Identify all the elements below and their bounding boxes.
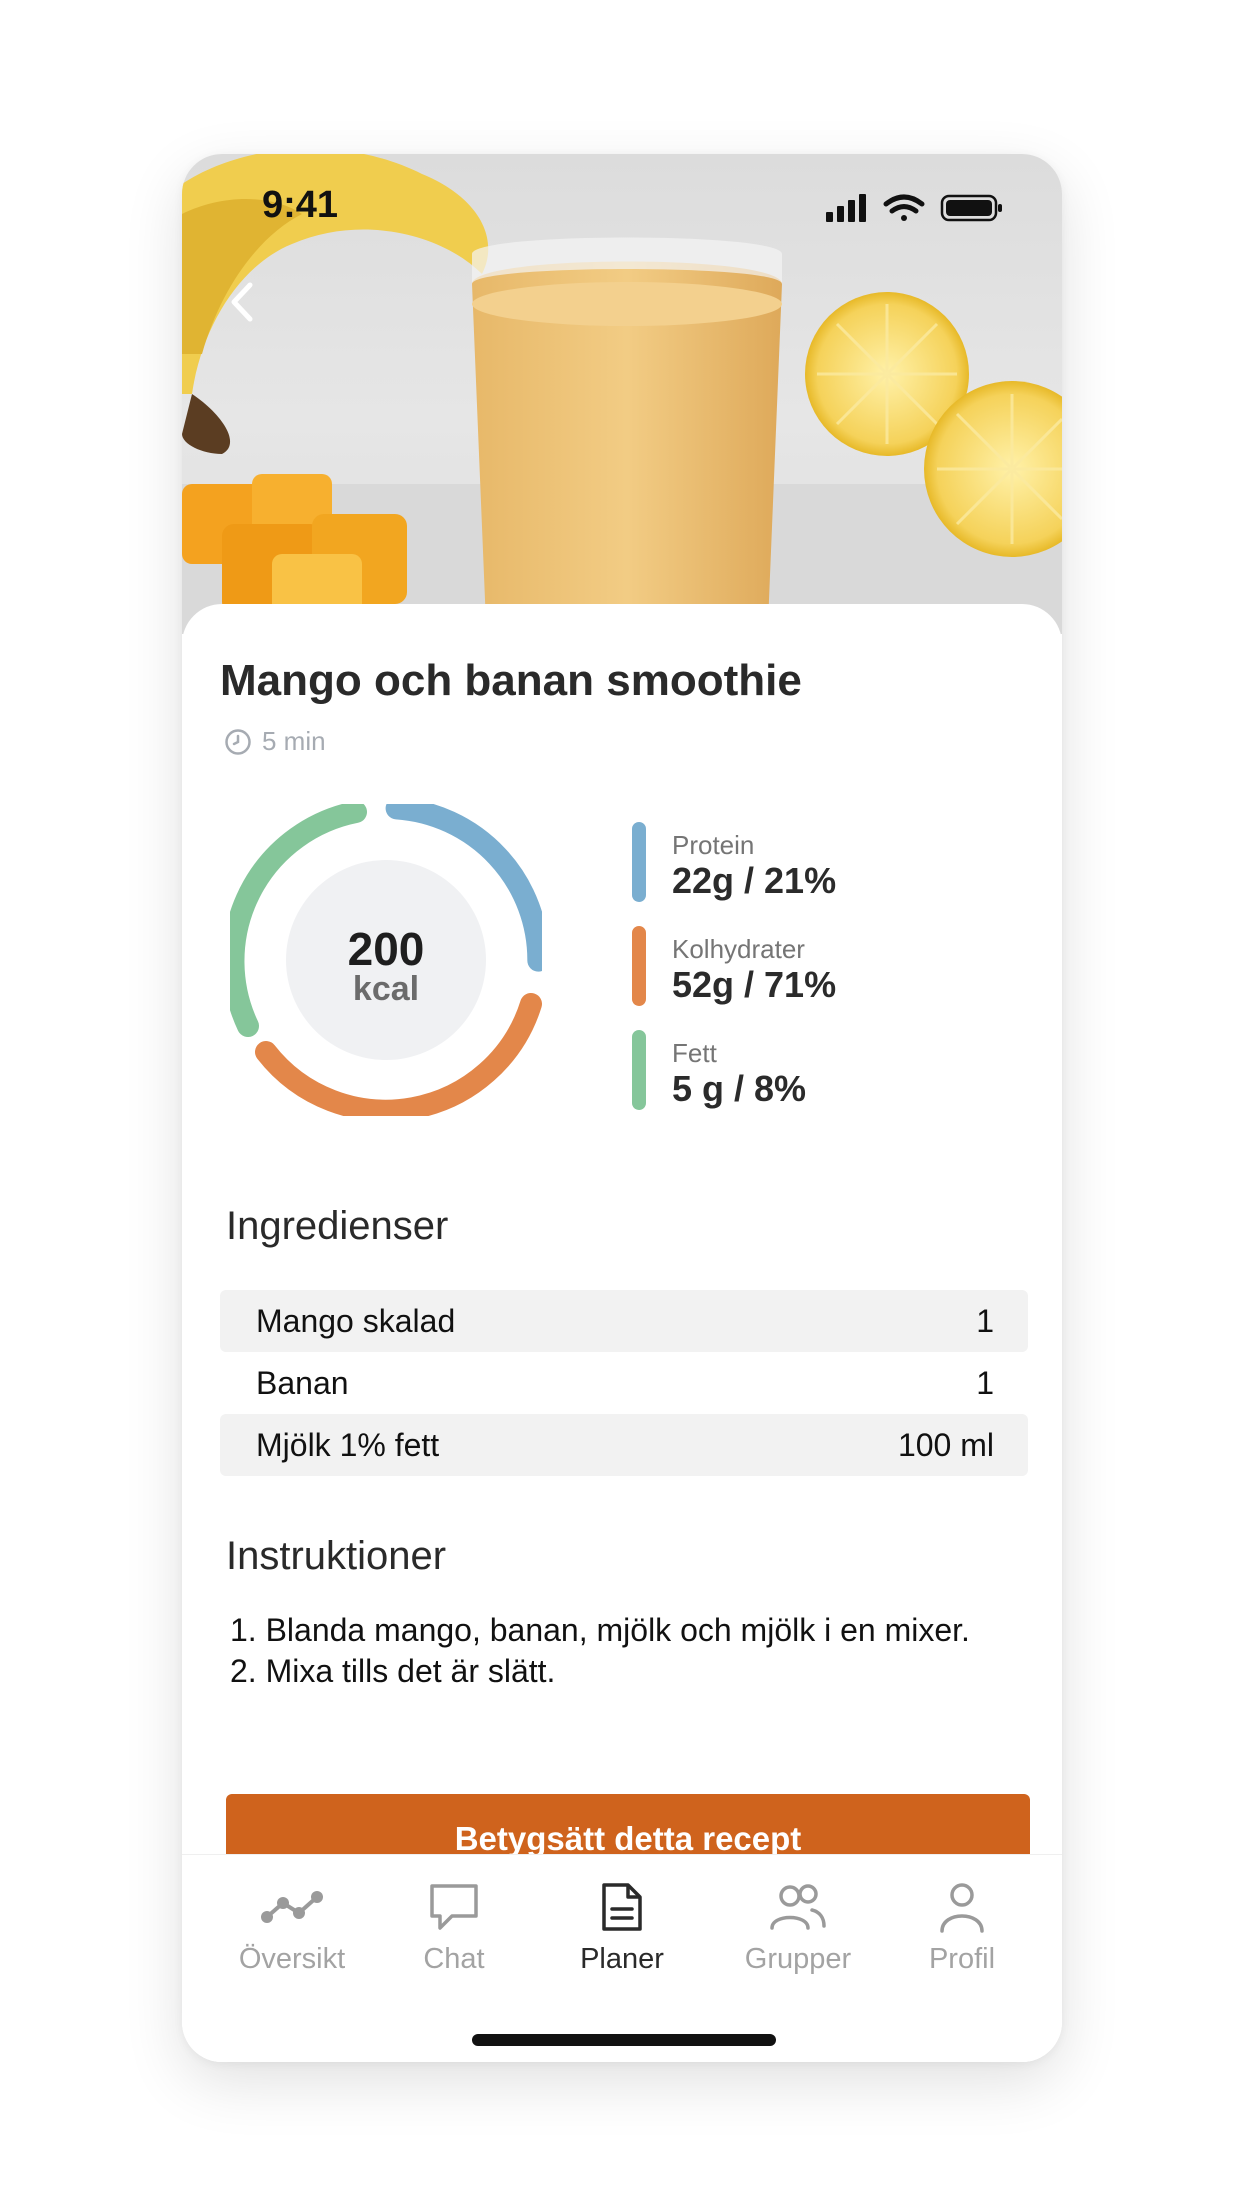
back-button[interactable] xyxy=(212,272,272,332)
fat-color-bar xyxy=(632,1030,646,1110)
tab-label: Chat xyxy=(423,1943,485,1975)
tab-profil[interactable]: Profil xyxy=(882,1875,1042,1985)
chevron-left-icon xyxy=(231,282,253,322)
bottom-tab-bar: Översikt Chat Planer Grupper Profil xyxy=(182,1854,1062,2062)
home-indicator xyxy=(472,2034,776,2046)
calorie-unit: kcal xyxy=(352,970,420,1008)
macro-label: Protein xyxy=(672,830,755,860)
recipe-hero-image: 9:41 xyxy=(182,154,1062,634)
ingredient-row: Mjölk 1% fett 100 ml xyxy=(220,1414,1028,1476)
ingredients-table: Mango skalad 1 Banan 1 Mjölk 1% fett 100… xyxy=(220,1290,1028,1476)
prep-time: 5 min xyxy=(224,726,326,757)
tab-label: Planer xyxy=(580,1943,664,1975)
ingredient-name: Mjölk 1% fett xyxy=(256,1426,440,1463)
ingredient-amount: 100 ml xyxy=(897,1426,994,1463)
tab-oversikt[interactable]: Översikt xyxy=(212,1875,372,1985)
document-icon xyxy=(602,1883,642,1931)
ingredient-name: Banan xyxy=(256,1364,349,1401)
status-time: 9:41 xyxy=(262,184,339,226)
ingredient-row: Banan 1 xyxy=(220,1352,1028,1414)
macro-label: Kolhydrater xyxy=(672,934,805,964)
cellular-signal-icon xyxy=(826,194,866,222)
battery-icon xyxy=(940,194,1002,222)
macro-value: 52g / 71% xyxy=(672,964,837,1005)
chat-bubble-icon xyxy=(430,1884,478,1930)
tab-label: Översikt xyxy=(238,1943,346,1975)
tab-grupper[interactable]: Grupper xyxy=(718,1875,878,1985)
ingredient-name: Mango skalad xyxy=(256,1302,456,1339)
protein-color-bar xyxy=(632,822,646,902)
tab-label: Profil xyxy=(928,1943,996,1975)
instruction-step: 2. Mixa tills det är slätt. xyxy=(230,1653,556,1689)
wifi-icon xyxy=(883,194,925,221)
recipe-title: Mango och banan smoothie xyxy=(220,656,802,705)
recipe-sheet: Mango och banan smoothie 5 min 200 kcal … xyxy=(182,604,1062,2062)
macro-value: 22g / 21% xyxy=(672,860,837,901)
macro-label: Fett xyxy=(672,1038,717,1068)
ingredients-title: Ingredienser xyxy=(226,1204,449,1248)
instructions-list: 1. Blanda mango, banan, mjölk och mjölk … xyxy=(230,1610,1020,1692)
tab-chat[interactable]: Chat xyxy=(374,1875,534,1985)
ingredient-amount: 1 xyxy=(976,1364,994,1401)
tab-planer[interactable]: Planer xyxy=(542,1875,702,1985)
tab-label: Grupper xyxy=(744,1943,852,1975)
instruction-step: 1. Blanda mango, banan, mjölk och mjölk … xyxy=(230,1612,970,1648)
carbs-color-bar xyxy=(632,926,646,1006)
person-icon xyxy=(940,1883,984,1933)
status-icons xyxy=(826,192,1006,229)
group-icon xyxy=(770,1884,826,1930)
instructions-title: Instruktioner xyxy=(226,1534,447,1578)
phone-screen: 9:41 Mango och banan smoothie 5 min 200 … xyxy=(182,154,1062,2062)
ingredient-amount: 1 xyxy=(976,1302,994,1339)
prep-time-text: 5 min xyxy=(262,726,326,756)
chart-line-icon xyxy=(261,1891,323,1923)
macro-value: 5 g / 8% xyxy=(672,1068,807,1109)
calorie-value: 200 xyxy=(347,923,425,975)
clock-icon xyxy=(225,728,251,755)
ingredient-row: Mango skalad 1 xyxy=(220,1290,1028,1352)
